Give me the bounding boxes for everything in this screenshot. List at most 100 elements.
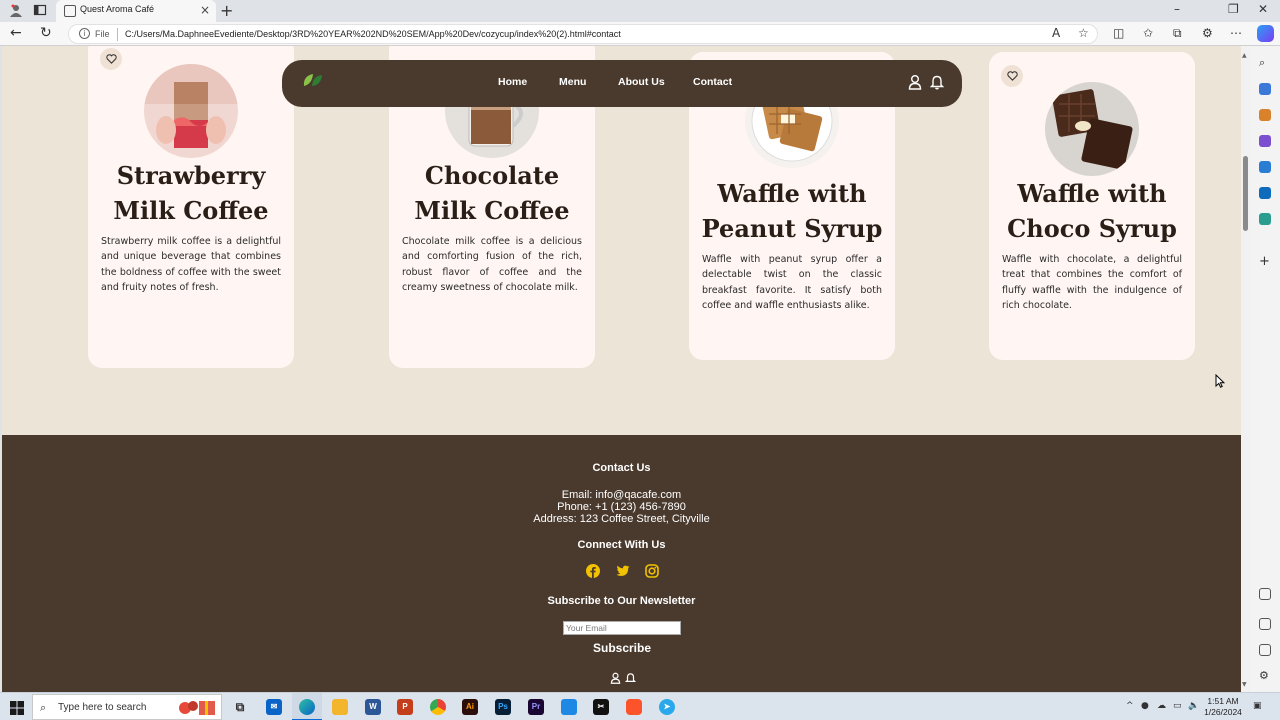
- user-icon[interactable]: [610, 671, 621, 688]
- bell-icon[interactable]: [625, 671, 637, 688]
- close-tab-icon[interactable]: ×: [200, 3, 210, 17]
- browser-tab-bar: Quest Aroma Café × + – ❐ ✕: [0, 0, 1280, 22]
- screenshot-icon[interactable]: [1259, 588, 1271, 600]
- subscribe-button[interactable]: Subscribe: [587, 641, 657, 655]
- outlook-icon[interactable]: [1259, 187, 1271, 199]
- web-page: Strawberry Milk Coffee Strawberry milk c…: [2, 46, 1241, 692]
- telegram-app-icon[interactable]: ➤: [659, 699, 675, 715]
- windows-taskbar: ⌕ Type here to search ⧉ ✉ W P Ai Ps Pr ✂…: [0, 692, 1280, 720]
- url-text[interactable]: C:/Users/Ma.DaphneeEvediente/Desktop/3RD…: [125, 29, 621, 39]
- split-screen-icon[interactable]: ◫: [1113, 26, 1124, 40]
- card-title-line1: Chocolate: [424, 161, 560, 190]
- network-icon[interactable]: ▭: [1173, 701, 1182, 711]
- illustrator-app-icon[interactable]: Ai: [462, 699, 478, 715]
- taskbar-clock[interactable]: 1:51 AM 1/26/2024: [1200, 696, 1246, 718]
- contact-heading: Contact Us: [592, 462, 651, 474]
- external-link-icon[interactable]: [1259, 644, 1271, 656]
- refresh-icon[interactable]: ↻: [40, 25, 52, 41]
- tab-active[interactable]: Quest Aroma Café ×: [56, 0, 216, 22]
- tray-chevron-icon[interactable]: ^: [1126, 701, 1134, 711]
- connect-heading: Connect With Us: [577, 539, 666, 551]
- nav-contact-link[interactable]: Contact: [693, 76, 732, 88]
- microsoft365-icon[interactable]: [1259, 161, 1271, 173]
- mail-app-icon[interactable]: ✉: [266, 699, 282, 715]
- taskbar-search-box[interactable]: ⌕ Type here to search: [32, 694, 222, 720]
- scroll-up-icon[interactable]: ▲: [1242, 52, 1247, 59]
- nav-home-link[interactable]: Home: [498, 76, 527, 88]
- newsletter-email-input[interactable]: Your Email: [563, 621, 681, 635]
- card-description: Waffle with peanut syrup offer a delecta…: [702, 254, 882, 311]
- file-explorer-icon[interactable]: [332, 699, 348, 715]
- task-view-icon[interactable]: ⧉: [232, 699, 248, 715]
- windows-start-icon[interactable]: [10, 700, 24, 719]
- menu-card-strawberry[interactable]: Strawberry Milk Coffee Strawberry milk c…: [88, 46, 294, 368]
- strawberry-coffee-image: [144, 64, 238, 158]
- instagram-icon[interactable]: [645, 564, 659, 578]
- address-bar[interactable]: i File C:/Users/Ma.DaphneeEvediente/Desk…: [68, 24, 1098, 44]
- premiere-app-icon[interactable]: Pr: [528, 699, 544, 715]
- close-window-icon[interactable]: ✕: [1258, 2, 1268, 16]
- user-icon[interactable]: [908, 74, 922, 94]
- tray-onedrive-icon[interactable]: ☁: [1157, 701, 1166, 711]
- powerpoint-app-icon[interactable]: P: [397, 699, 413, 715]
- card-title-line1: Waffle with: [1017, 179, 1167, 208]
- tools-icon[interactable]: [1259, 109, 1271, 121]
- settings-icon[interactable]: ⚙: [1259, 670, 1271, 682]
- copilot-icon[interactable]: [1257, 25, 1274, 42]
- clock-date: 1/26/2024: [1204, 707, 1242, 717]
- minimize-icon[interactable]: –: [1174, 2, 1180, 16]
- facebook-icon[interactable]: [586, 564, 600, 578]
- card-title-line2: Milk Coffee: [113, 196, 269, 225]
- leaf-logo-icon[interactable]: [302, 72, 324, 92]
- menu-card-waffle-choco[interactable]: Waffle with Choco Syrup Waffle with choc…: [989, 52, 1195, 360]
- volume-icon[interactable]: 🔈: [1188, 701, 1199, 711]
- url-divider: [117, 28, 118, 41]
- tab-title: Quest Aroma Café: [80, 4, 155, 14]
- search-icon[interactable]: ⌕: [1259, 56, 1271, 69]
- sidebar-toggle-icon[interactable]: [1259, 618, 1271, 630]
- add-icon[interactable]: +: [1259, 255, 1271, 268]
- photoshop-app-icon[interactable]: Ps: [495, 699, 511, 715]
- card-title-line1: Strawberry: [116, 161, 266, 190]
- bell-icon[interactable]: [929, 74, 945, 94]
- brave-app-icon[interactable]: [626, 699, 642, 715]
- profile-icon[interactable]: [8, 3, 24, 19]
- contact-address: Address: 123 Coffee Street, Cityville: [533, 513, 710, 525]
- favorites-icon[interactable]: ✩: [1143, 26, 1153, 40]
- favorite-star-icon[interactable]: ☆: [1078, 26, 1089, 40]
- waffle-choco-image: [1045, 82, 1139, 176]
- card-title-line1: Waffle with: [717, 179, 867, 208]
- app-icon[interactable]: [561, 699, 577, 715]
- notifications-icon[interactable]: ▣: [1253, 701, 1262, 711]
- send-icon[interactable]: [1259, 213, 1271, 225]
- workspaces-icon[interactable]: [32, 3, 48, 19]
- card-description: Waffle with chocolate, a delightful trea…: [1002, 254, 1182, 311]
- newsletter-heading: Subscribe to Our Newsletter: [547, 595, 696, 607]
- read-aloud-icon[interactable]: A: [1052, 26, 1060, 40]
- favorite-heart-icon[interactable]: [1001, 65, 1023, 87]
- back-icon[interactable]: ←: [10, 25, 22, 41]
- more-menu-icon[interactable]: ⋯: [1230, 26, 1242, 40]
- restore-icon[interactable]: ❐: [1228, 2, 1239, 16]
- word-app-icon[interactable]: W: [365, 699, 381, 715]
- site-navbar: Home Menu About Us Contact: [282, 60, 962, 107]
- twitter-icon[interactable]: [616, 564, 630, 578]
- new-tab-icon[interactable]: +: [220, 1, 233, 20]
- chrome-app-icon[interactable]: [430, 699, 446, 715]
- card-title-line2: Milk Coffee: [414, 196, 570, 225]
- card-title-line2: Peanut Syrup: [701, 214, 883, 243]
- shopping-icon[interactable]: [1259, 83, 1271, 95]
- tray-app-icon[interactable]: ●: [1141, 701, 1149, 711]
- scroll-down-icon[interactable]: ▼: [1242, 681, 1247, 688]
- scrollbar-thumb[interactable]: [1243, 156, 1248, 231]
- edge-app-icon[interactable]: [299, 699, 315, 715]
- page-scrollbar[interactable]: ▲ ▼: [1241, 46, 1250, 692]
- extensions-icon[interactable]: ⚙: [1202, 26, 1213, 40]
- info-icon[interactable]: i: [79, 28, 90, 39]
- games-icon[interactable]: [1259, 135, 1271, 147]
- nav-about-link[interactable]: About Us: [618, 76, 665, 88]
- capcut-app-icon[interactable]: ✂: [593, 699, 609, 715]
- collections-icon[interactable]: ⧉: [1173, 26, 1182, 41]
- favorite-heart-icon[interactable]: [100, 48, 122, 70]
- nav-menu-link[interactable]: Menu: [559, 76, 586, 88]
